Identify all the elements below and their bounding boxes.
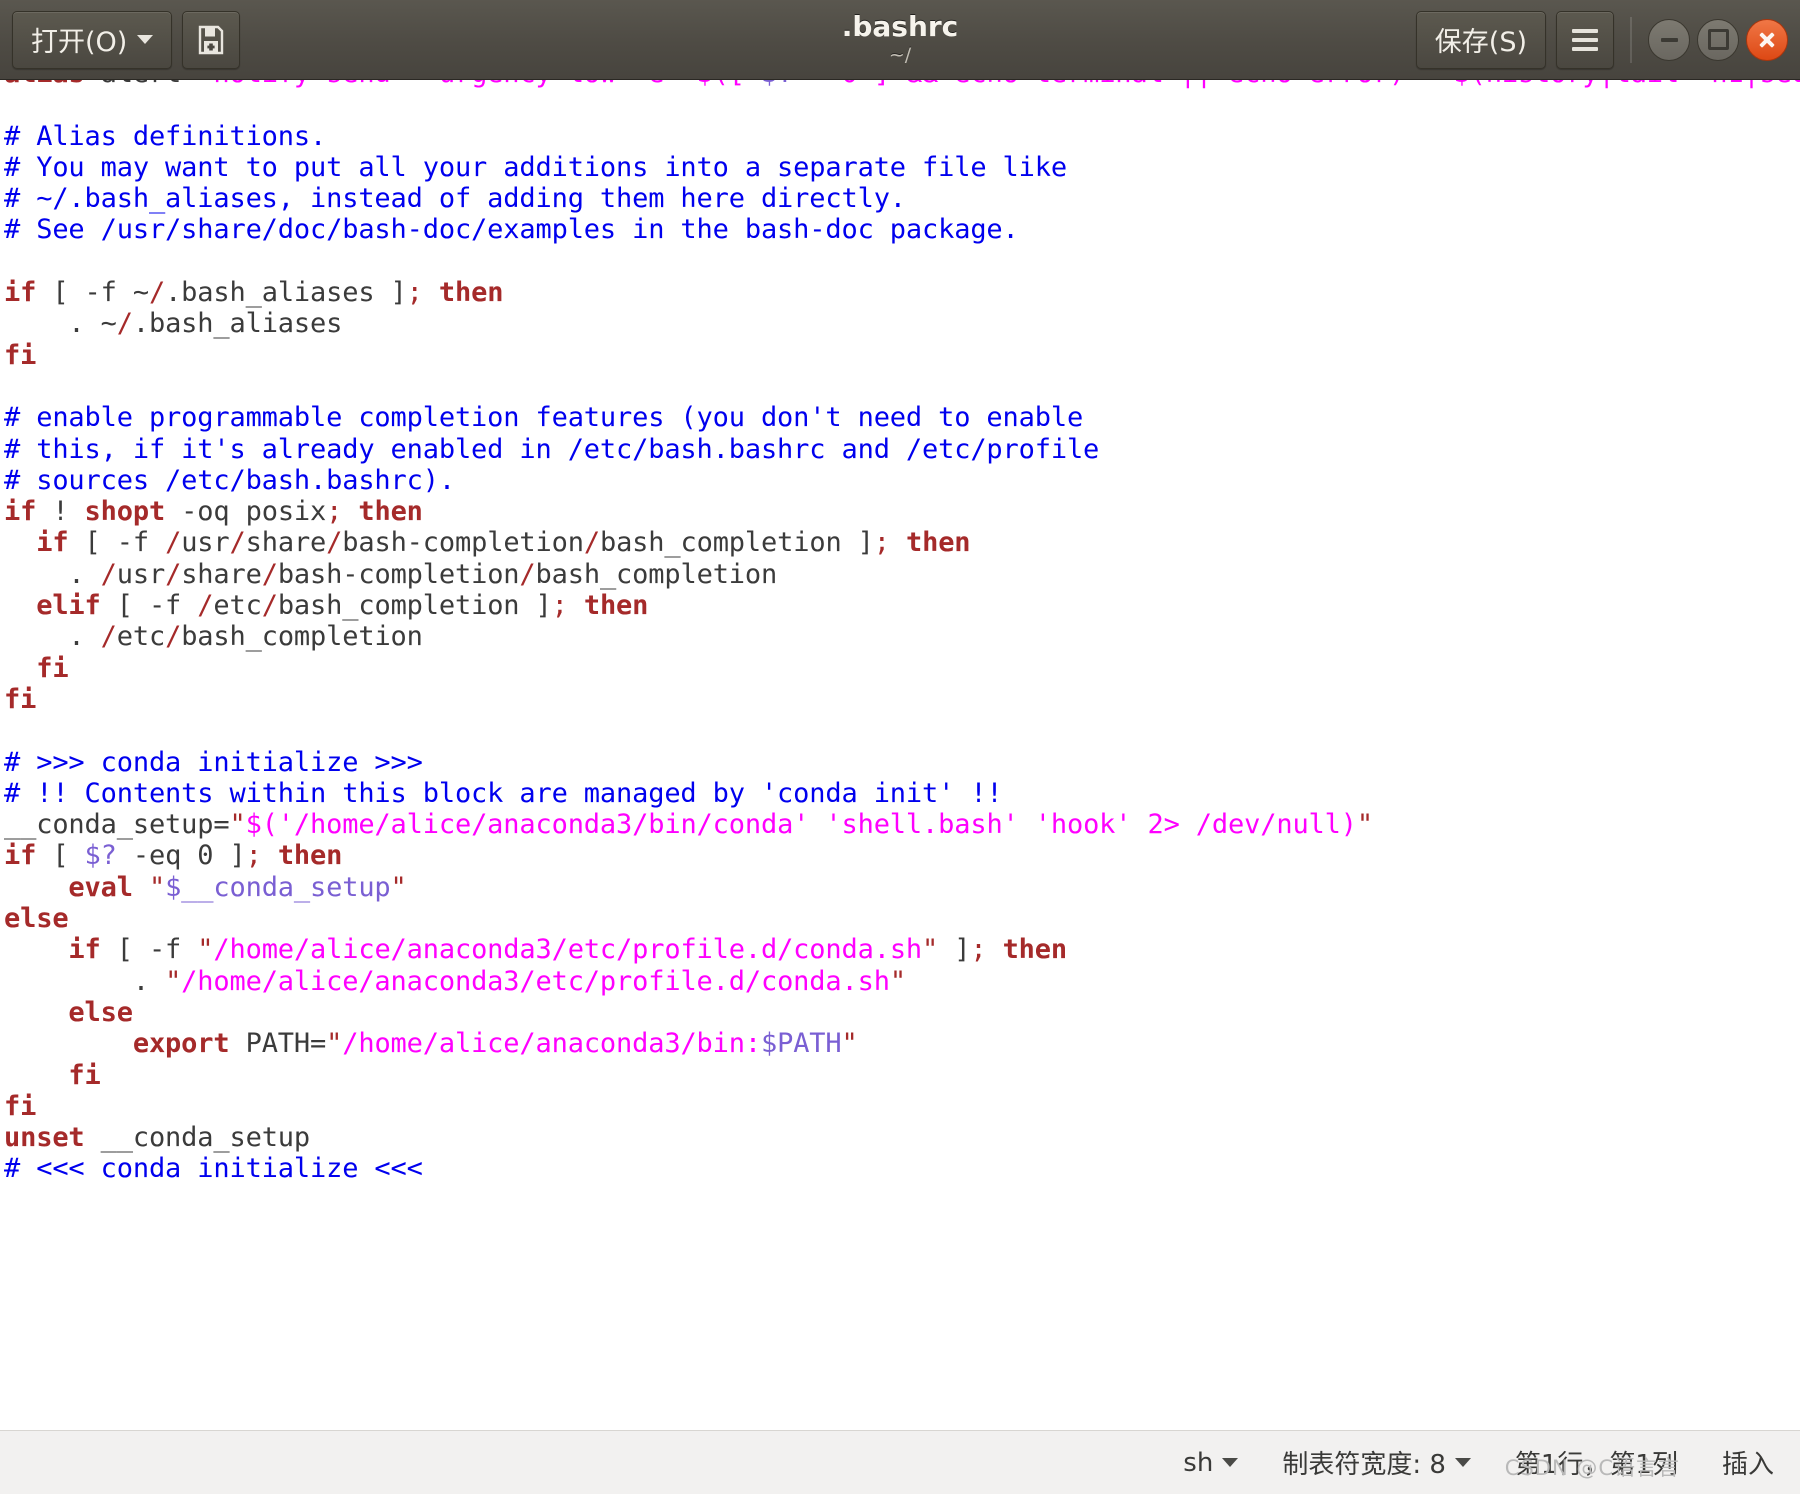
tab-width-selector[interactable]: 制表符宽度: 8 — [1282, 1444, 1471, 1481]
code-line: if [ -f ~/.bash_aliases ]; then — [4, 277, 504, 309]
insert-mode-indicator: 插入 — [1721, 1450, 1774, 1480]
close-icon — [1758, 31, 1776, 49]
code-line: fi — [4, 683, 37, 715]
open-button-label: 打开(O) — [31, 27, 128, 58]
chevron-down-icon — [137, 35, 154, 44]
code-line: unset __conda_setup — [4, 1122, 311, 1154]
code-line: . "/home/alice/anaconda3/etc/profile.d/c… — [4, 965, 906, 997]
save-disk-icon — [199, 25, 224, 54]
maximize-button[interactable] — [1697, 18, 1739, 61]
code-line: __conda_setup="$('/home/alice/anaconda3/… — [4, 809, 1373, 841]
code-line: eval "$__conda_setup" — [68, 871, 407, 903]
menu-button[interactable] — [1556, 10, 1614, 69]
code-line: else — [4, 903, 69, 935]
code-line: # Alias definitions. — [4, 120, 327, 152]
hamburger-menu-icon — [1572, 28, 1598, 51]
code-line: fi — [36, 652, 69, 684]
statusbar: sh 制表符宽度: 8 第1行，第1列 插入 CSDN @C语言言 — [0, 1430, 1800, 1494]
chevron-down-icon — [1222, 1458, 1239, 1467]
code-line: # this, if it's already enabled in /etc/… — [4, 433, 1100, 465]
code-line: . /etc/bash_completion — [4, 621, 423, 653]
language-selector[interactable]: sh — [1183, 1447, 1239, 1478]
code-line: export PATH="/home/alice/anaconda3/bin:$… — [132, 1028, 858, 1060]
maximize-icon — [1707, 29, 1729, 50]
minimize-button[interactable] — [1648, 18, 1690, 61]
tab-width-label: 制表符宽度: 8 — [1282, 1450, 1446, 1480]
code-line: # You may want to put all your additions… — [4, 151, 1067, 183]
code-line: # >>> conda initialize >>> — [4, 746, 423, 778]
titlebar-separator — [1630, 16, 1632, 63]
window-subtitle-path: ~/ — [888, 43, 912, 66]
code-line: # ~/.bash_aliases, instead of adding the… — [4, 183, 906, 215]
open-button[interactable]: 打开(O) — [12, 10, 173, 69]
titlebar-right-controls: 保存(S) — [1415, 10, 1788, 69]
code-line: . /usr/share/bash-completion/bash_comple… — [4, 558, 778, 590]
code-line: if [ $? -eq 0 ]; then — [4, 840, 343, 872]
chevron-down-icon — [1454, 1458, 1471, 1467]
code-line: # <<< conda initialize <<< — [4, 1153, 423, 1185]
close-button[interactable] — [1746, 18, 1788, 61]
code-line: # !! Contents within this block are mana… — [4, 777, 1003, 809]
code-line: # See /usr/share/doc/bash-doc/examples i… — [4, 214, 1019, 246]
code-line: fi — [4, 1090, 37, 1122]
code-line: else — [68, 996, 133, 1028]
titlebar: 打开(O) .bashrc ~/ 保存(S) — [0, 0, 1800, 80]
window-controls — [1648, 18, 1788, 61]
save-button[interactable] — [182, 10, 241, 69]
code-line: elif [ -f /etc/bash_completion ]; then — [36, 590, 649, 622]
code-line: if [ -f "/home/alice/anaconda3/etc/profi… — [68, 934, 1067, 966]
code-line: if [ -f /usr/share/bash-completion/bash_… — [36, 527, 971, 559]
language-label: sh — [1183, 1447, 1214, 1478]
code-line: fi — [4, 339, 37, 371]
code-line: alias alert='notify-send --urgency=low -… — [4, 80, 1800, 89]
text-editor-area[interactable]: alias alert='notify-send --urgency=low -… — [0, 80, 1800, 1430]
save-file-button[interactable]: 保存(S) — [1415, 10, 1546, 69]
minimize-icon — [1660, 37, 1678, 42]
source-code-view[interactable]: alias alert='notify-send --urgency=low -… — [0, 80, 1800, 1185]
window-title: .bashrc — [841, 10, 959, 44]
code-line: # sources /etc/bash.bashrc). — [4, 464, 455, 496]
titlebar-left-controls: 打开(O) — [12, 10, 241, 69]
code-line: # enable programmable completion feature… — [4, 402, 1084, 434]
save-button-label: 保存(S) — [1434, 27, 1527, 58]
cursor-position: 第1行，第1列 — [1514, 1450, 1678, 1480]
gedit-window: 打开(O) .bashrc ~/ 保存(S) # Alias definitio… — [0, 0, 1800, 1494]
code-line: if ! shopt -oq posix; then — [4, 496, 423, 528]
code-line: . ~/.bash_aliases — [4, 308, 343, 340]
code-line: fi — [68, 1059, 101, 1091]
